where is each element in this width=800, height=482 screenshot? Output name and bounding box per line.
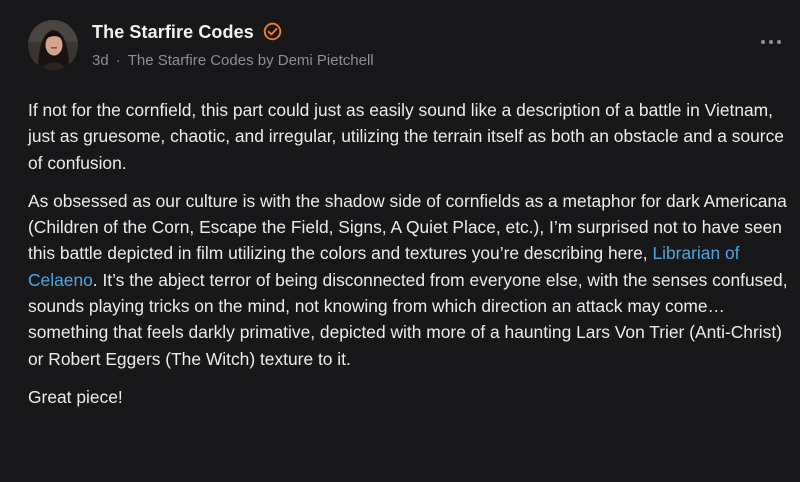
- comment-paragraph-2: As obsessed as our culture is with the s…: [28, 188, 788, 372]
- author-name-text[interactable]: The Starfire Codes: [92, 22, 254, 42]
- comment-meta: 3d · The Starfire Codes by Demi Pietchell: [92, 52, 374, 69]
- verified-badge-icon: [263, 22, 282, 46]
- comment-paragraph-3: Great piece!: [28, 386, 123, 407]
- more-horizontal-icon: [761, 40, 781, 44]
- avatar[interactable]: [28, 20, 78, 70]
- avatar-image: [28, 20, 78, 70]
- comment-header: The Starfire Codes 3d · The Starfire Codes…: [28, 20, 788, 76]
- timestamp[interactable]: 3d: [92, 52, 109, 69]
- more-options-button[interactable]: [758, 34, 784, 50]
- meta-separator: ·: [115, 52, 121, 69]
- author-name[interactable]: The Starfire Codes: [92, 22, 282, 46]
- comment-text: . It’s the abject terror of being discon…: [28, 269, 788, 369]
- comment-body: If not for the cornfield, this part coul…: [28, 97, 788, 422]
- comment-paragraph-1: If not for the cornfield, this part coul…: [28, 100, 784, 173]
- publication-link[interactable]: The Starfire Codes by Demi Pietchell: [128, 52, 374, 69]
